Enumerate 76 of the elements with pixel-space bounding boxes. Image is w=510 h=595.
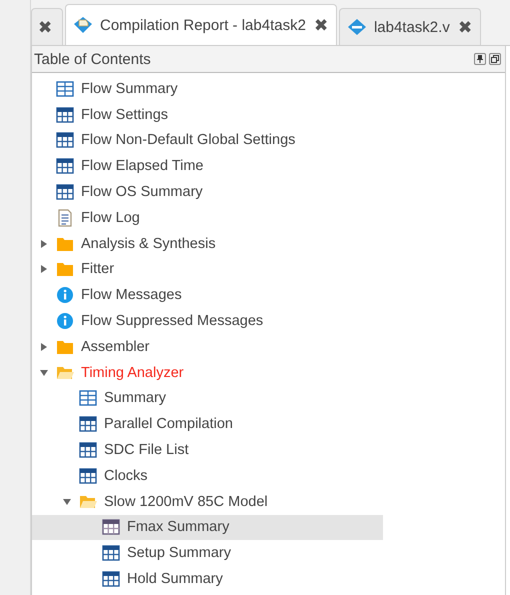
- item-label: Analysis & Synthesis: [81, 236, 216, 252]
- pin-icon[interactable]: [474, 53, 486, 65]
- table-icon: [79, 468, 97, 484]
- expander-icon[interactable]: [40, 342, 48, 351]
- tree-item[interactable]: Flow Messages: [32, 282, 383, 308]
- tree-item[interactable]: Summary: [32, 386, 383, 412]
- tree-item[interactable]: Flow Summary: [32, 76, 383, 102]
- tab[interactable]: ✖: [31, 8, 63, 45]
- info-icon: [56, 312, 74, 330]
- table-icon: [79, 442, 97, 458]
- tree-item[interactable]: SDC File List: [32, 437, 383, 463]
- tree-item[interactable]: Flow OS Summary: [32, 179, 383, 205]
- table-icon: [56, 132, 74, 148]
- table-icon: [56, 80, 74, 97]
- folder-icon: [56, 236, 74, 252]
- tree-item[interactable]: Hold Summary: [32, 566, 383, 592]
- close-icon[interactable]: ✖: [458, 16, 472, 38]
- close-icon[interactable]: ✖: [38, 16, 52, 38]
- item-label: Flow OS Summary: [81, 184, 203, 200]
- item-label: Clocks: [104, 468, 148, 484]
- tree-item[interactable]: Flow Suppressed Messages: [32, 308, 383, 334]
- tree-item[interactable]: Fitter: [32, 256, 383, 282]
- tree-item[interactable]: Setup Summary: [32, 540, 383, 566]
- tree-item[interactable]: Flow Log: [32, 204, 383, 231]
- table-icon: [56, 184, 74, 200]
- file-icon: [348, 19, 366, 35]
- tab[interactable]: Compilation Report - lab4task2 ✖: [65, 4, 337, 45]
- report-icon: [74, 17, 92, 33]
- item-label: Flow Elapsed Time: [81, 158, 204, 174]
- document-icon: [56, 208, 74, 227]
- panel-title: Table of Contents: [34, 50, 152, 68]
- tree-item[interactable]: Fmax Summary: [32, 514, 383, 540]
- item-label: Flow Suppressed Messages: [81, 313, 264, 330]
- item-label: Flow Settings: [81, 106, 168, 123]
- item-label: Parallel Compilation: [104, 416, 233, 432]
- item-label: Flow Log: [81, 210, 140, 226]
- item-label: Assembler: [81, 338, 150, 355]
- folder-icon: [79, 494, 97, 510]
- tree-item[interactable]: Parallel Compilation: [32, 411, 383, 438]
- tree-item[interactable]: Timing Analyzer: [32, 360, 383, 386]
- item-label: Flow Messages: [81, 287, 182, 304]
- info-icon: [56, 286, 74, 304]
- item-label: Setup Summary: [127, 545, 231, 562]
- folder-icon: [56, 261, 74, 278]
- item-label: Slow 1200mV 85C Model: [104, 494, 268, 510]
- expander-icon[interactable]: [40, 368, 48, 377]
- table-icon: [102, 545, 120, 562]
- expander-icon[interactable]: [63, 498, 71, 506]
- table-icon: [102, 519, 120, 536]
- item-label: Fmax Summary: [127, 519, 230, 536]
- tree-item[interactable]: Clocks: [32, 462, 383, 489]
- table-icon: [56, 158, 74, 174]
- expander-icon[interactable]: [40, 265, 48, 274]
- expander-icon[interactable]: [40, 240, 48, 248]
- item-label: Timing Analyzer: [81, 364, 184, 381]
- tree-item[interactable]: Analysis & Synthesis: [32, 230, 383, 257]
- table-icon: [79, 416, 97, 432]
- tree-item[interactable]: Assembler: [32, 334, 383, 360]
- tree-item[interactable]: Flow Non-Default Global Settings: [32, 128, 383, 154]
- folder-icon: [56, 338, 74, 355]
- item-label: Summary: [104, 390, 166, 406]
- tree-item[interactable]: Flow Elapsed Time: [32, 153, 383, 180]
- tree-item[interactable]: Flow Settings: [32, 102, 383, 128]
- table-icon: [79, 390, 97, 406]
- item-label: SDC File List: [104, 442, 189, 458]
- tab[interactable]: lab4task2.v ✖: [338, 8, 481, 45]
- float-icon[interactable]: [489, 53, 501, 65]
- item-label: Hold Summary: [127, 571, 223, 588]
- item-label: Flow Non-Default Global Settings: [81, 132, 296, 148]
- item-label: Flow Summary: [81, 80, 178, 97]
- tree-item[interactable]: Slow 1200mV 85C Model: [32, 488, 383, 515]
- table-icon: [56, 106, 74, 123]
- folder-icon: [56, 364, 74, 381]
- table-icon: [102, 571, 120, 588]
- close-icon[interactable]: ✖: [314, 14, 328, 36]
- item-label: Fitter: [81, 261, 114, 278]
